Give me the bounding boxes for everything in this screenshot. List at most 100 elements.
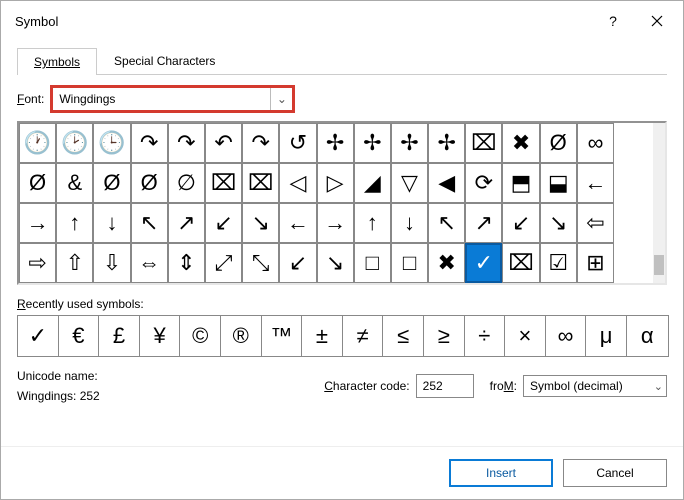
symbol-cell[interactable]: ✖ (502, 123, 539, 163)
symbol-cell[interactable]: ⌧ (465, 123, 502, 163)
symbol-cell[interactable]: ↘ (317, 243, 354, 283)
symbol-cell[interactable]: Ø (93, 163, 130, 203)
symbol-cell[interactable]: □ (391, 243, 428, 283)
symbol-cell[interactable]: ↷ (168, 123, 205, 163)
font-label: Font: (17, 92, 44, 106)
symbol-cell[interactable]: ✢ (391, 123, 428, 163)
symbol-cell[interactable]: ⇩ (93, 243, 130, 283)
symbol-cell[interactable]: ↙ (502, 203, 539, 243)
close-button[interactable] (635, 1, 679, 41)
symbol-cell[interactable]: ∅ (168, 163, 205, 203)
scrollbar[interactable] (653, 123, 665, 283)
symbol-cell[interactable]: ⇔ (131, 243, 168, 283)
unicode-info: Unicode name: Wingdings: 252 (17, 369, 318, 403)
recent-symbol-cell[interactable]: ∞ (546, 316, 587, 356)
symbol-cell[interactable]: ⇕ (168, 243, 205, 283)
from-select[interactable]: Symbol (decimal) ⌄ (523, 375, 667, 397)
symbol-cell[interactable]: Ø (19, 163, 56, 203)
symbol-cell[interactable]: ↷ (242, 123, 279, 163)
insert-button[interactable]: Insert (449, 459, 553, 487)
symbol-cell[interactable]: ↙ (205, 203, 242, 243)
font-select[interactable]: Wingdings ⌄ (50, 85, 295, 113)
symbol-cell[interactable]: ∞ (577, 123, 614, 163)
symbol-cell[interactable]: 🕑 (56, 123, 93, 163)
symbol-cell[interactable]: ⤡ (242, 243, 279, 283)
symbol-cell[interactable]: ✢ (354, 123, 391, 163)
symbol-cell[interactable]: ← (279, 203, 316, 243)
symbol-cell[interactable]: ↗ (168, 203, 205, 243)
symbol-cell[interactable]: ◁ (279, 163, 316, 203)
symbol-cell[interactable]: ☑ (540, 243, 577, 283)
symbol-cell[interactable]: ← (577, 163, 614, 203)
symbol-cell[interactable]: ↙ (279, 243, 316, 283)
symbol-cell[interactable]: ⇦ (577, 203, 614, 243)
recent-symbol-cell[interactable]: α (627, 316, 668, 356)
symbol-cell[interactable]: ↓ (93, 203, 130, 243)
symbol-cell[interactable]: ✓ (465, 243, 502, 283)
symbol-cell[interactable]: ↑ (354, 203, 391, 243)
recent-symbol-cell[interactable]: μ (586, 316, 627, 356)
tab-special-characters[interactable]: Special Characters (97, 47, 232, 74)
symbol-cell[interactable]: ↶ (205, 123, 242, 163)
symbol-cell[interactable]: ↓ (391, 203, 428, 243)
symbol-cell[interactable]: ⇨ (19, 243, 56, 283)
symbol-cell[interactable]: 🕐 (19, 123, 56, 163)
recent-symbol-cell[interactable]: ≥ (424, 316, 465, 356)
symbol-cell[interactable]: □ (354, 243, 391, 283)
recent-symbol-cell[interactable]: ≠ (343, 316, 384, 356)
symbol-cell[interactable]: ▷ (317, 163, 354, 203)
tab-symbols[interactable]: Symbols (17, 48, 97, 75)
scrollbar-thumb[interactable] (654, 255, 664, 275)
recent-symbol-cell[interactable]: ¥ (140, 316, 181, 356)
symbol-cell[interactable]: ✢ (317, 123, 354, 163)
help-button[interactable]: ? (591, 1, 635, 41)
symbol-cell[interactable]: ⤢ (205, 243, 242, 283)
symbol-grid: 🕐🕑🕒↷↷↶↷↺✢✢✢✢⌧✖Ø∞Ø&ØØ∅⌧⌧◁▷◢▽◀⟳⬒⬓←→↑↓↖↗↙↘←… (19, 123, 653, 283)
unicode-name-value: Wingdings: 252 (17, 389, 318, 403)
symbol-cell[interactable]: ↗ (465, 203, 502, 243)
symbol-cell[interactable]: ⟳ (465, 163, 502, 203)
symbol-cell[interactable]: ▽ (391, 163, 428, 203)
symbol-cell[interactable]: ✢ (428, 123, 465, 163)
symbol-cell[interactable]: ↑ (56, 203, 93, 243)
symbol-cell[interactable]: 🕒 (93, 123, 130, 163)
symbol-cell[interactable]: ⌧ (502, 243, 539, 283)
symbol-cell[interactable]: ↖ (131, 203, 168, 243)
symbol-cell[interactable]: ⇧ (56, 243, 93, 283)
symbol-cell[interactable]: ✖ (428, 243, 465, 283)
cancel-button[interactable]: Cancel (563, 459, 667, 487)
symbol-cell[interactable]: & (56, 163, 93, 203)
symbol-cell[interactable]: ↘ (242, 203, 279, 243)
recent-symbol-cell[interactable]: ≤ (383, 316, 424, 356)
recent-symbol-cell[interactable]: × (505, 316, 546, 356)
symbol-cell[interactable]: → (19, 203, 56, 243)
recent-symbol-cell[interactable]: ✓ (18, 316, 59, 356)
symbol-dialog: Symbol ? Symbols Special Characters Font… (0, 0, 684, 500)
recent-symbol-cell[interactable]: € (59, 316, 100, 356)
chevron-down-icon: ⌄ (270, 88, 292, 110)
symbol-cell[interactable]: Ø (540, 123, 577, 163)
recent-symbol-cell[interactable]: ÷ (465, 316, 506, 356)
recent-symbol-cell[interactable]: ® (221, 316, 262, 356)
recent-symbol-cell[interactable]: ™ (262, 316, 303, 356)
recent-symbol-cell[interactable]: ± (302, 316, 343, 356)
symbol-cell[interactable]: ◢ (354, 163, 391, 203)
charcode-input[interactable] (416, 374, 474, 398)
symbol-cell[interactable]: ⬒ (502, 163, 539, 203)
font-row: Font: Wingdings ⌄ (17, 85, 667, 113)
symbol-cell[interactable]: → (317, 203, 354, 243)
symbol-cell[interactable]: ↘ (540, 203, 577, 243)
symbol-cell[interactable]: Ø (131, 163, 168, 203)
recent-symbol-cell[interactable]: © (180, 316, 221, 356)
symbol-cell[interactable]: ↺ (279, 123, 316, 163)
symbol-cell[interactable]: ⌧ (205, 163, 242, 203)
charcode-label: Character code: (324, 379, 409, 393)
recent-symbol-cell[interactable]: £ (99, 316, 140, 356)
symbol-cell[interactable]: ◀ (428, 163, 465, 203)
symbol-cell[interactable]: ⊞ (577, 243, 614, 283)
symbol-cell[interactable]: ↖ (428, 203, 465, 243)
unicode-name-label: Unicode name: (17, 369, 318, 383)
symbol-cell[interactable]: ⬓ (540, 163, 577, 203)
symbol-cell[interactable]: ↷ (131, 123, 168, 163)
symbol-cell[interactable]: ⌧ (242, 163, 279, 203)
